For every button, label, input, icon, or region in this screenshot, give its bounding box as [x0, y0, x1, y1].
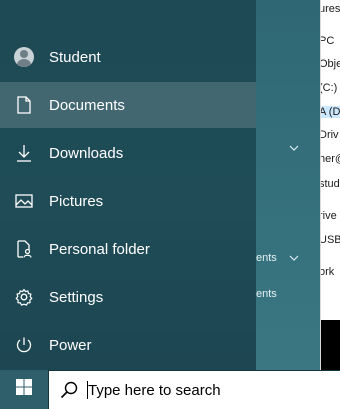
start-item-documents[interactable]: Documents: [0, 82, 256, 128]
chevron-down-icon[interactable]: [289, 253, 299, 263]
taskbar-search-box[interactable]: [49, 371, 340, 409]
background-file-explorer: ures PC Obje (C:) A (D Driv her@ stud ri…: [320, 0, 340, 370]
start-item-label: Settings: [49, 288, 104, 306]
start-item-student[interactable]: Student: [0, 34, 256, 80]
power-icon: [14, 335, 34, 355]
start-item-label: Student: [49, 48, 101, 66]
explorer-row[interactable]: her@: [321, 153, 340, 165]
explorer-dark-region: [321, 320, 340, 370]
start-item-label: Power: [49, 336, 92, 354]
chevron-down-icon[interactable]: [289, 143, 299, 153]
start-item-label: Personal folder: [49, 240, 150, 258]
explorer-row[interactable]: PC: [321, 35, 334, 47]
explorer-row[interactable]: USB: [321, 234, 340, 246]
start-item-label: Downloads: [49, 144, 124, 162]
download-icon: [14, 143, 34, 163]
background-pane: ents ents: [256, 0, 320, 370]
taskbar: [0, 370, 340, 409]
explorer-row[interactable]: (C:): [321, 82, 337, 94]
personal-folder-icon: [14, 239, 34, 259]
user-avatar-icon: [14, 47, 34, 67]
start-menu-panel: Student Documents Downloads Pictures Per…: [0, 0, 256, 370]
windows-logo-icon: [15, 378, 33, 401]
start-item-label: Documents: [49, 96, 125, 114]
start-button[interactable]: [0, 370, 48, 409]
start-item-pictures[interactable]: Pictures: [0, 178, 256, 224]
explorer-row[interactable]: rive: [321, 210, 337, 222]
start-item-personal-folder[interactable]: Personal folder: [0, 226, 256, 272]
pictures-icon: [14, 191, 34, 211]
search-icon: [59, 380, 79, 400]
ghost-label: ents: [256, 288, 277, 300]
explorer-row-selected[interactable]: A (D: [321, 106, 340, 118]
explorer-row[interactable]: ures: [321, 3, 340, 15]
start-item-settings[interactable]: Settings: [0, 274, 256, 320]
gear-icon: [14, 287, 34, 307]
explorer-row[interactable]: ork: [321, 266, 334, 278]
start-item-power[interactable]: Power: [0, 322, 256, 368]
start-item-downloads[interactable]: Downloads: [0, 130, 256, 176]
start-item-label: Pictures: [49, 192, 104, 210]
explorer-row[interactable]: stud: [321, 178, 340, 190]
search-input[interactable]: [88, 381, 328, 399]
explorer-row[interactable]: Obje: [321, 58, 340, 70]
ghost-label: ents: [256, 252, 277, 264]
document-icon: [14, 95, 34, 115]
explorer-row[interactable]: Driv: [321, 129, 339, 141]
